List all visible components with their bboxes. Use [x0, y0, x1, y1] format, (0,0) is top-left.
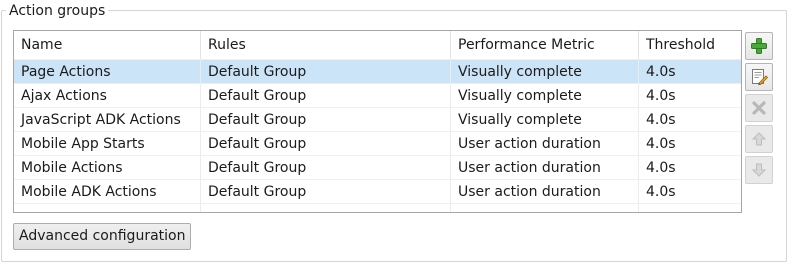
table-row[interactable]: Ajax Actions Default Group Visually comp…: [14, 83, 741, 107]
cell-metric: Visually complete: [451, 84, 639, 107]
cell-rules: Default Group: [201, 156, 451, 179]
cell-threshold: 4.0s: [646, 160, 676, 176]
cell-name: Mobile ADK Actions: [14, 180, 201, 203]
cell-metric: User action duration: [451, 132, 639, 155]
cell-threshold: 4.0s: [646, 112, 676, 128]
move-up-button[interactable]: [745, 125, 773, 153]
cell-name: Ajax Actions: [14, 84, 201, 107]
table-row[interactable]: Page Actions Default Group Visually comp…: [14, 59, 741, 83]
group-title: Action groups: [6, 3, 109, 19]
empty-cell: [201, 204, 451, 212]
empty-table-row: [14, 203, 741, 212]
add-button[interactable]: [745, 32, 773, 60]
move-down-icon: [751, 163, 767, 177]
cell-threshold: 4.0s: [646, 184, 676, 200]
cell-rules: Default Group: [201, 84, 451, 107]
delete-button[interactable]: [745, 94, 773, 122]
cell-metric: Visually complete: [451, 108, 639, 131]
cell-rules: Default Group: [201, 132, 451, 155]
cell-rules: Default Group: [201, 60, 451, 83]
table-row[interactable]: Mobile Actions Default Group User action…: [14, 155, 741, 179]
add-icon: [751, 38, 767, 54]
cell-rules: Default Group: [201, 108, 451, 131]
empty-cell: [639, 204, 733, 212]
advanced-configuration-button[interactable]: Advanced configuration: [13, 223, 192, 250]
table-header: Name Rules Performance Metric Threshold: [14, 31, 741, 59]
table-row[interactable]: Mobile App Starts Default Group User act…: [14, 131, 741, 155]
empty-cell: [14, 204, 201, 212]
cell-name: Page Actions: [14, 60, 201, 83]
cell-metric: User action duration: [451, 180, 639, 203]
table-row[interactable]: Mobile ADK Actions Default Group User ac…: [14, 179, 741, 203]
cell-metric: User action duration: [451, 156, 639, 179]
column-header-rules[interactable]: Rules: [201, 31, 451, 59]
cell-name: Mobile App Starts: [14, 132, 201, 155]
column-header-threshold[interactable]: Threshold: [639, 31, 733, 59]
action-groups-table[interactable]: Name Rules Performance Metric Threshold …: [13, 30, 742, 213]
column-header-performance-metric[interactable]: Performance Metric: [451, 31, 639, 59]
table-row[interactable]: JavaScript ADK Actions Default Group Vis…: [14, 107, 741, 131]
column-header-name[interactable]: Name: [14, 31, 201, 59]
cell-name: Mobile Actions: [14, 156, 201, 179]
cell-threshold: 4.0s: [646, 136, 676, 152]
edit-button[interactable]: [745, 63, 773, 91]
table-action-buttons: [745, 32, 773, 187]
cell-metric: Visually complete: [451, 60, 639, 83]
delete-icon: [752, 101, 766, 115]
move-up-icon: [751, 132, 767, 146]
move-down-button[interactable]: [745, 156, 773, 184]
cell-threshold: 4.0s: [646, 64, 676, 80]
cell-name: JavaScript ADK Actions: [14, 108, 201, 131]
cell-rules: Default Group: [201, 180, 451, 203]
edit-icon: [752, 69, 768, 86]
cell-threshold: 4.0s: [646, 88, 676, 104]
empty-cell: [451, 204, 639, 212]
